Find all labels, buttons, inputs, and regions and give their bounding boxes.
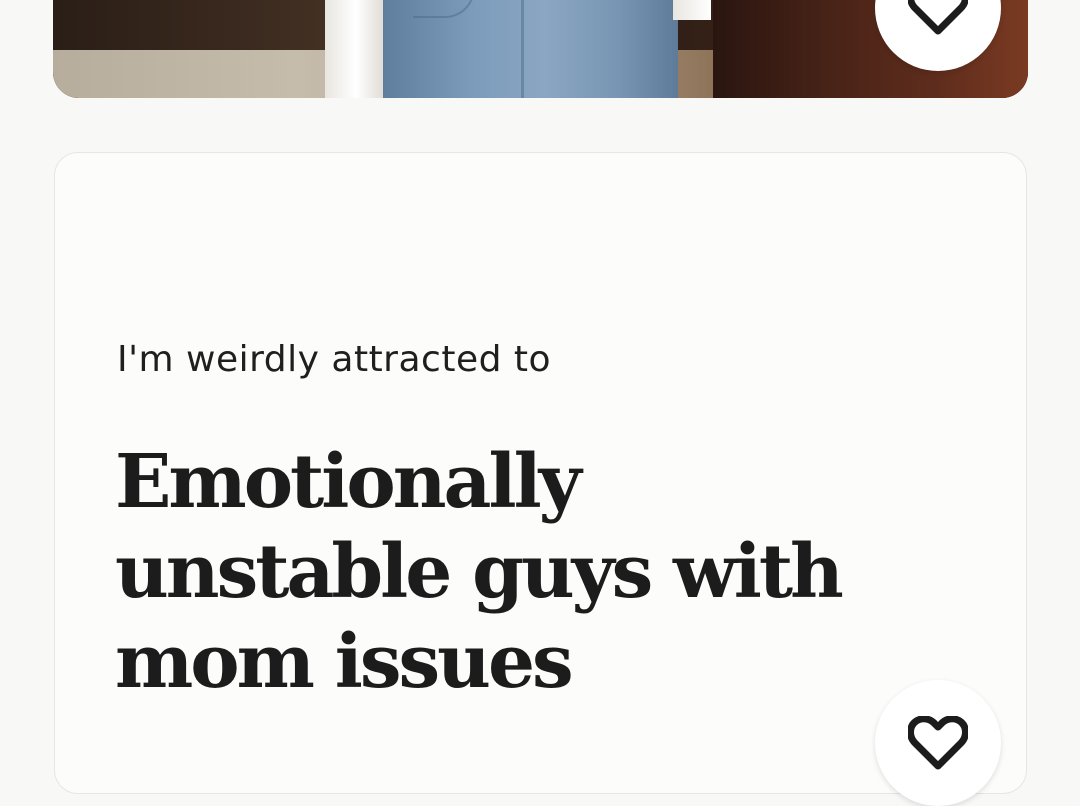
prompt-question: I'm weirdly attracted to <box>117 339 552 380</box>
heart-icon <box>908 0 968 35</box>
prompt-like-button[interactable] <box>875 680 1001 806</box>
heart-icon <box>908 716 968 770</box>
prompt-card: I'm weirdly attracted to Emotionally uns… <box>54 152 1027 794</box>
photo-shirt-right <box>673 0 711 20</box>
prompt-answer: Emotionally unstable guys with mom issue… <box>115 439 844 705</box>
photo-shirt <box>325 0 387 98</box>
photo-seam <box>521 0 524 98</box>
